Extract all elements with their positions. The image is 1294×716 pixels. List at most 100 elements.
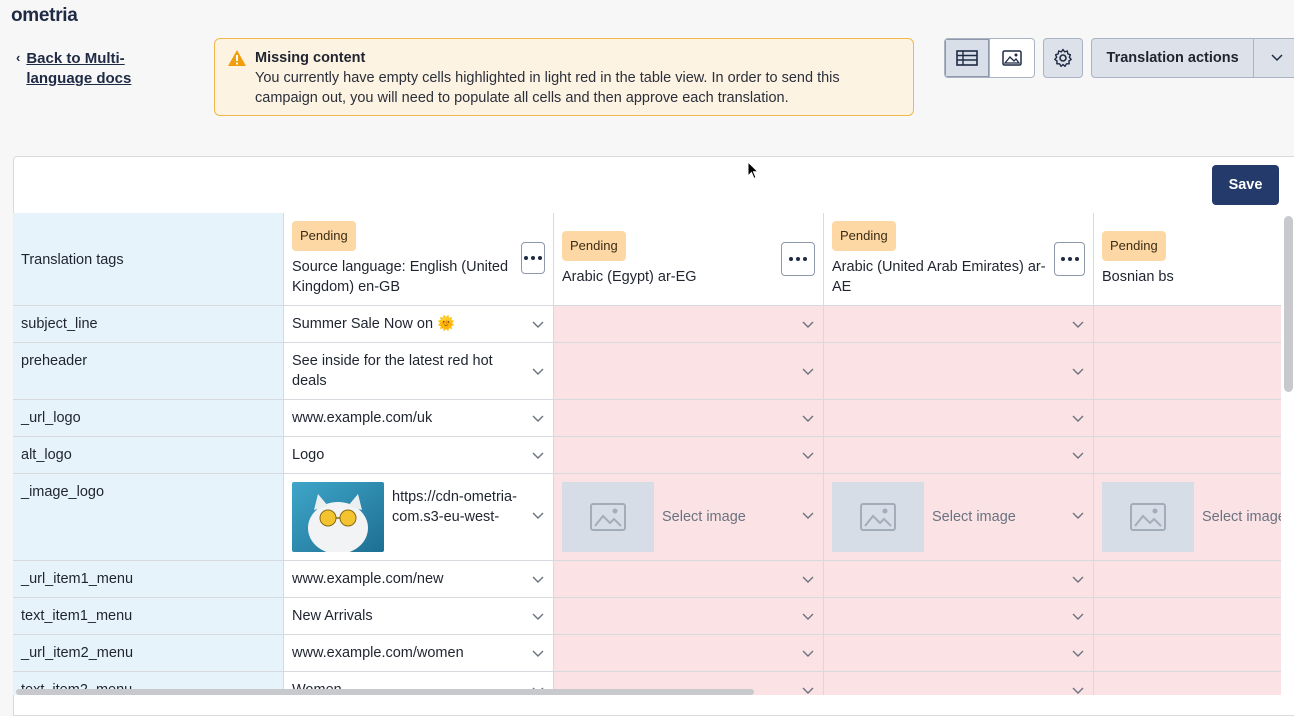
- source-value: www.example.com/new: [292, 571, 444, 587]
- source-cell[interactable]: https://cdn-ometria-com.s3-eu-west-: [284, 474, 554, 560]
- translation-actions-toggle[interactable]: [1254, 39, 1294, 77]
- source-cell[interactable]: See inside for the latest red hot deals: [284, 343, 554, 399]
- tag-label: _url_item1_menu: [21, 571, 134, 587]
- translation-table: Translation tags Pending Source language…: [13, 213, 1281, 695]
- language-header-ar-eg: Pending Arabic (Egypt) ar-EG: [554, 213, 824, 305]
- preview-view-button[interactable]: [990, 39, 1034, 77]
- translation-cell-empty[interactable]: [824, 400, 1094, 436]
- back-link-label[interactable]: Back to Multi-language docs: [26, 49, 136, 89]
- image-placeholder-icon: [590, 503, 626, 531]
- tag-label: _image_logo: [21, 484, 105, 500]
- translation-cell-empty[interactable]: [824, 672, 1094, 695]
- translation-cell-empty[interactable]: [1094, 672, 1281, 695]
- translation-cell-empty[interactable]: [554, 343, 824, 399]
- translation-cell-empty[interactable]: [1094, 343, 1281, 399]
- translation-cell-empty[interactable]: [554, 400, 824, 436]
- mouse-cursor-icon: [747, 161, 759, 180]
- translation-cell-empty[interactable]: [554, 598, 824, 634]
- translation-cell-empty[interactable]: [1094, 635, 1281, 671]
- language-name: Arabic (Egypt) ar-EG: [562, 269, 697, 285]
- chevron-down-icon: [1072, 452, 1084, 459]
- chevron-down-icon: [1072, 512, 1084, 519]
- chevron-down-icon: [1072, 415, 1084, 422]
- select-image-label[interactable]: Select image: [662, 507, 746, 527]
- translation-cell-empty[interactable]: [554, 635, 824, 671]
- translation-cell-empty[interactable]: [824, 635, 1094, 671]
- vertical-scrollbar[interactable]: [1284, 216, 1293, 392]
- source-value: www.example.com/uk: [292, 410, 433, 426]
- table-row: _url_item1_menu www.example.com/new: [13, 561, 1281, 598]
- ometria-logo[interactable]: ometria: [11, 5, 78, 27]
- source-cell[interactable]: New Arrivals: [284, 598, 554, 634]
- select-image-label[interactable]: Select image: [1202, 507, 1281, 527]
- source-cell[interactable]: Summer Sale Now on 🌞: [284, 306, 554, 342]
- translation-cell-empty[interactable]: [824, 437, 1094, 473]
- chevron-down-icon: [802, 687, 814, 694]
- source-cell[interactable]: Logo: [284, 437, 554, 473]
- language-header-bs: Pending Bosnian bs: [1094, 213, 1281, 305]
- chevron-down-icon: [532, 321, 544, 328]
- source-cell[interactable]: www.example.com/women: [284, 635, 554, 671]
- translation-cell-empty[interactable]: [824, 343, 1094, 399]
- chevron-down-icon: [802, 415, 814, 422]
- tags-header-cell: Translation tags: [13, 213, 284, 305]
- tag-cell: subject_line: [13, 306, 284, 342]
- translation-cell-empty[interactable]: [824, 561, 1094, 597]
- language-menu-button[interactable]: [1054, 242, 1085, 276]
- language-header-ar-ae: Pending Arabic (United Arab Emirates) ar…: [824, 213, 1094, 305]
- source-value: Logo: [292, 447, 325, 463]
- source-cell[interactable]: www.example.com/uk: [284, 400, 554, 436]
- horizontal-scrollbar[interactable]: [16, 689, 754, 695]
- chevron-down-icon: [1271, 54, 1283, 62]
- translation-cell-empty[interactable]: [554, 306, 824, 342]
- chevron-down-icon: [802, 512, 814, 519]
- chevron-down-icon: [1072, 368, 1084, 375]
- table-view-button[interactable]: [945, 39, 990, 77]
- select-image-label[interactable]: Select image: [932, 507, 1016, 527]
- chevron-down-icon: [1072, 687, 1084, 694]
- chevron-down-icon: [532, 452, 544, 459]
- tag-label: _url_item2_menu: [21, 645, 134, 661]
- language-menu-button[interactable]: [521, 242, 545, 274]
- view-toggle: [944, 38, 1035, 78]
- source-cell[interactable]: www.example.com/new: [284, 561, 554, 597]
- chevron-down-icon: [802, 650, 814, 657]
- chevron-down-icon: [532, 415, 544, 422]
- table-row: text_item1_menu New Arrivals: [13, 598, 1281, 635]
- table-icon: [956, 50, 978, 66]
- source-value: Summer Sale Now on 🌞: [292, 316, 456, 332]
- tag-cell: _image_logo: [13, 474, 284, 560]
- translation-cell-empty[interactable]: [824, 598, 1094, 634]
- translation-cell-empty[interactable]: [824, 306, 1094, 342]
- status-badge: Pending: [292, 221, 356, 251]
- image-select-cell[interactable]: Select image: [554, 474, 824, 560]
- chevron-down-icon: [532, 368, 544, 375]
- back-link[interactable]: ‹ Back to Multi-language docs: [16, 49, 136, 89]
- settings-button[interactable]: [1043, 38, 1083, 78]
- translation-actions-dropdown[interactable]: Translation actions: [1091, 38, 1294, 78]
- image-select-cell[interactable]: Select image: [824, 474, 1094, 560]
- translation-cell-empty[interactable]: [1094, 561, 1281, 597]
- translation-cell-empty[interactable]: [554, 561, 824, 597]
- tag-cell: _url_item2_menu: [13, 635, 284, 671]
- translation-cell-empty[interactable]: [1094, 437, 1281, 473]
- save-button[interactable]: Save: [1212, 165, 1279, 205]
- tags-header-label: Translation tags: [21, 252, 124, 268]
- table-row: _image_logo https://cdn-ometria-com.s3-eu…: [13, 474, 1281, 561]
- translation-cell-empty[interactable]: [1094, 400, 1281, 436]
- cat-image-thumbnail: [292, 482, 384, 552]
- image-placeholder: [1102, 482, 1194, 552]
- chevron-down-icon: [1072, 576, 1084, 583]
- language-name: Arabic (United Arab Emirates) ar-AE: [832, 259, 1046, 295]
- translation-actions-label[interactable]: Translation actions: [1092, 39, 1255, 77]
- status-badge: Pending: [1102, 231, 1166, 261]
- translation-cell-empty[interactable]: [1094, 598, 1281, 634]
- image-select-cell[interactable]: Select image: [1094, 474, 1281, 560]
- translation-cell-empty[interactable]: [554, 437, 824, 473]
- chevron-down-icon: [532, 650, 544, 657]
- tag-cell: _url_item1_menu: [13, 561, 284, 597]
- tag-label: subject_line: [21, 316, 98, 332]
- language-menu-button[interactable]: [781, 242, 815, 276]
- translation-cell-empty[interactable]: [1094, 306, 1281, 342]
- tag-label: alt_logo: [21, 447, 72, 463]
